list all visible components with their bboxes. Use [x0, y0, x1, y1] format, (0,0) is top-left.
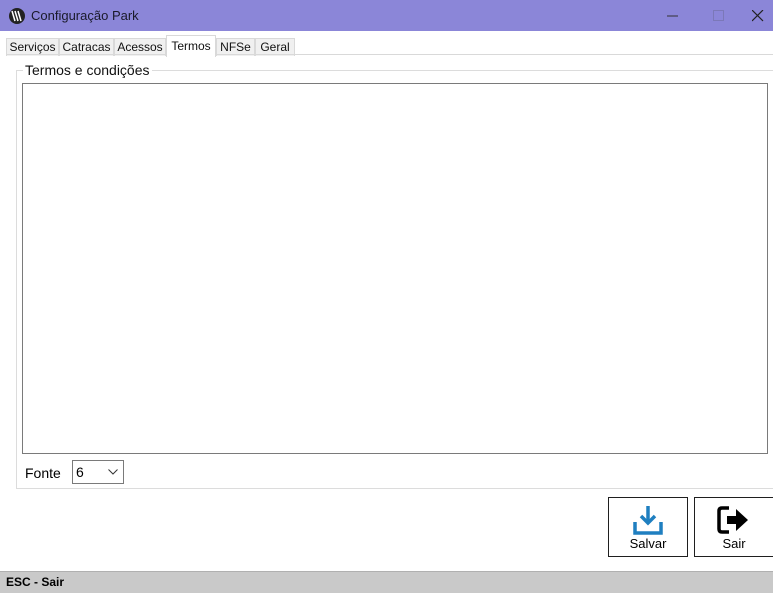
save-label: Salvar	[629, 536, 667, 551]
group-title: Termos e condições	[23, 62, 152, 78]
exit-arrow-icon	[717, 504, 751, 539]
status-bar: ESC - Sair	[0, 571, 773, 593]
tab-label: Acessos	[117, 40, 163, 54]
fonte-label: Fonte	[25, 465, 61, 481]
status-text: ESC - Sair	[6, 575, 65, 589]
title-bar: Configuração Park	[0, 0, 773, 31]
maximize-icon	[713, 10, 724, 21]
exit-label: Sair	[722, 536, 746, 551]
minimize-icon	[667, 15, 678, 17]
minimize-button[interactable]	[650, 0, 696, 31]
close-button[interactable]	[742, 0, 773, 31]
terms-textarea[interactable]	[22, 83, 768, 454]
tab-divider	[6, 54, 773, 55]
tab-termos[interactable]: Termos	[166, 35, 216, 57]
tab-label: Termos	[171, 39, 211, 53]
window-title: Configuração Park	[31, 8, 139, 23]
chevron-down-icon	[108, 469, 118, 475]
fonte-select[interactable]: 6	[72, 460, 124, 484]
fonte-value: 6	[76, 464, 84, 480]
maximize-button[interactable]	[696, 0, 742, 31]
close-icon	[752, 10, 764, 22]
download-icon	[632, 504, 664, 539]
tab-label: Catracas	[62, 40, 111, 54]
save-button[interactable]: Salvar	[608, 497, 688, 557]
exit-button[interactable]: Sair	[694, 497, 773, 557]
tab-label: NFSe	[220, 40, 251, 54]
tab-label: Serviços	[9, 40, 56, 54]
app-logo-icon	[8, 7, 26, 25]
settings-window: Serviços Catracas Acessos Termos NFSe Ge…	[0, 31, 773, 571]
tab-label: Geral	[260, 40, 290, 54]
